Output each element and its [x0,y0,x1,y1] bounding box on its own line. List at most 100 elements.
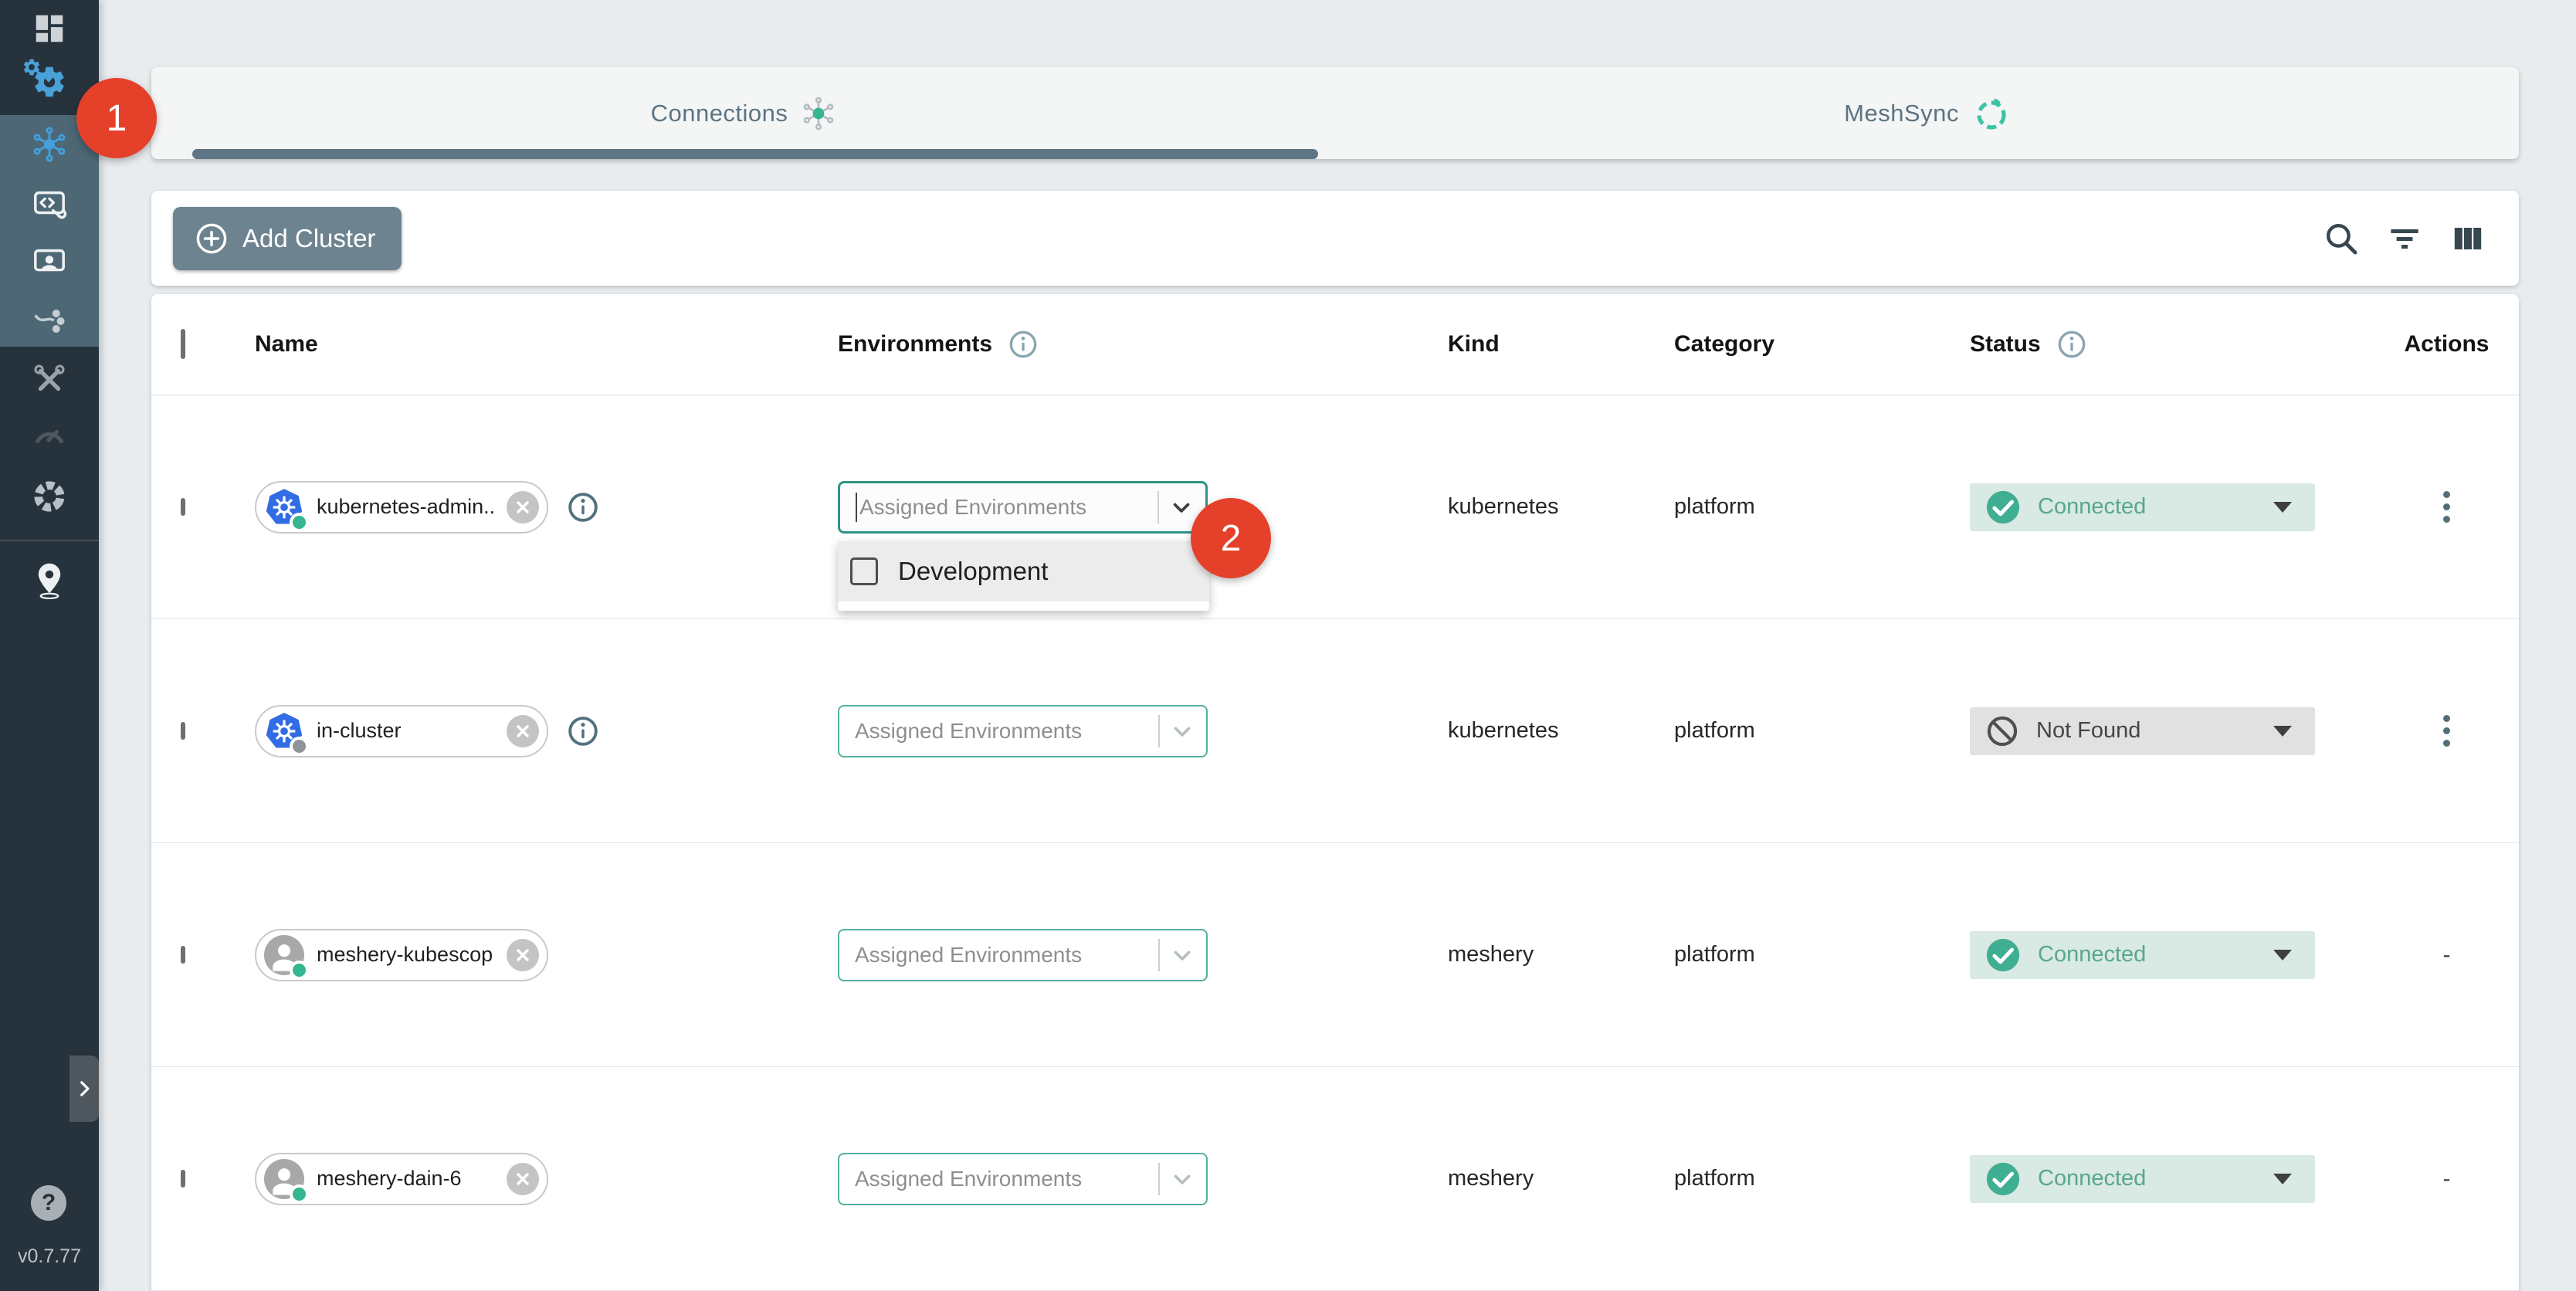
environments-select[interactable]: Assigned Environments [838,481,1208,534]
connection-name: meshery-dain-6 [317,1167,494,1191]
remove-connection-icon[interactable] [507,939,539,971]
environments-info-icon[interactable] [1008,329,1039,360]
add-cluster-button[interactable]: Add Cluster [173,207,402,270]
connection-name: meshery-kubescop... [317,943,494,967]
caret-down-icon [2273,1174,2292,1184]
row-actions-menu[interactable] [2439,486,2455,527]
connection-chip[interactable]: in-cluster [255,705,548,757]
connection-status-dot [293,516,306,529]
status-info-icon[interactable] [2056,329,2087,360]
toolbox-wrenches-icon[interactable] [0,362,99,398]
connections-table: Name Environments Kind Category Status A… [151,294,2519,1291]
option-checkbox[interactable] [850,557,878,585]
row-checkbox[interactable] [181,498,185,516]
service-branch-icon[interactable] [0,303,99,339]
tab-connections[interactable]: Connections [151,67,1335,159]
connection-chip[interactable]: meshery-dain-6 [255,1153,548,1205]
connection-info-icon[interactable] [567,491,599,524]
connection-status-dot [293,740,306,753]
category-cell: platform [1674,942,1970,967]
tab-meshsync[interactable]: MeshSync [1335,67,2519,159]
header-name[interactable]: Name [255,331,838,357]
header-status[interactable]: Status [1970,331,2041,357]
environments-select[interactable]: Assigned Environments [838,1153,1208,1205]
header-environments[interactable]: Environments [838,331,992,357]
connection-name: kubernetes-admin... [317,495,494,519]
table-row: meshery-kubescop... Assigned Environment… [151,843,2519,1067]
chevron-down-icon [40,73,57,83]
table-header-row: Name Environments Kind Category Status A… [151,294,2519,395]
row-checkbox[interactable] [181,722,185,740]
environment-option-development[interactable]: Development [838,541,1209,601]
option-label: Development [898,557,1048,586]
extensions-pie-icon[interactable] [0,479,99,514]
meshsync-tab-icon [1973,95,2010,132]
remove-connection-icon[interactable] [507,715,539,747]
header-category[interactable]: Category [1674,331,1970,357]
environments-select[interactable]: Assigned Environments [838,705,1208,757]
connection-chip[interactable]: meshery-kubescop... [255,929,548,981]
search-icon[interactable] [2323,220,2360,257]
step-badge-2: 2 [1191,498,1271,578]
header-kind[interactable]: Kind [1448,331,1674,357]
screen-user-icon[interactable] [0,244,99,280]
code-tools-icon[interactable] [0,186,99,222]
status-dropdown[interactable]: Not Found [1970,707,2315,755]
connection-info-icon[interactable] [567,715,599,747]
kubernetes-icon [264,711,304,751]
dashboard-icon[interactable] [0,11,99,46]
avatar-icon [264,935,304,975]
environments-placeholder: Assigned Environments [855,719,1154,744]
row-actions-menu[interactable] [2439,710,2455,751]
caret-down-icon [2273,502,2292,513]
add-cluster-label: Add Cluster [242,224,375,253]
chevron-down-icon[interactable] [1169,718,1195,744]
status-label: Connected [2038,494,2256,520]
status-dropdown[interactable]: Connected [1970,931,2315,979]
status-label: Connected [2038,942,2256,967]
status-dropdown[interactable]: Connected [1970,483,2315,531]
kind-cell: kubernetes [1448,494,1674,520]
avatar-icon [264,1159,304,1199]
environments-select[interactable]: Assigned Environments [838,929,1208,981]
tabs-bar: Connections MeshSync [151,67,2519,159]
environments-placeholder: Assigned Environments [855,1167,1154,1191]
remove-connection-icon[interactable] [507,1163,539,1195]
chevron-down-icon[interactable] [1168,494,1195,520]
environments-menu: Development [838,541,1209,611]
performance-gauge-icon[interactable] [0,418,99,453]
row-checkbox[interactable] [181,946,185,964]
kind-cell: meshery [1448,1166,1674,1191]
chevron-right-icon [74,1079,94,1099]
step-badge-1: 1 [76,78,157,158]
kind-cell: meshery [1448,942,1674,967]
category-cell: platform [1674,494,1970,520]
table-row: kubernetes-admin... Assigned Environment… [151,395,2519,619]
connected-check-icon [1985,490,2021,525]
connection-chip[interactable]: kubernetes-admin... [255,481,548,534]
help-button[interactable]: ? [31,1185,66,1221]
kind-cell: kubernetes [1448,718,1674,744]
kubernetes-icon [264,487,304,527]
connection-name: in-cluster [317,719,494,743]
status-dropdown[interactable]: Connected [1970,1155,2315,1203]
chevron-down-icon[interactable] [1169,942,1195,968]
environments-placeholder: Assigned Environments [859,495,1153,520]
select-all-checkbox[interactable] [181,329,185,359]
sidebar-divider [0,540,99,541]
columns-icon[interactable] [2449,220,2486,257]
tab-connections-label: Connections [651,100,788,127]
chevron-down-icon[interactable] [1169,1166,1195,1192]
connected-check-icon [1985,937,2021,973]
caret-down-icon [2273,950,2292,961]
no-actions-dash: - [2443,1166,2451,1192]
sidebar-expand-button[interactable] [69,1056,99,1122]
active-tab-indicator [192,149,1318,159]
sidebar: ? v0.7.77 [0,0,99,1291]
row-checkbox[interactable] [181,1170,185,1188]
filter-icon[interactable] [2386,220,2423,257]
location-pin-icon[interactable] [0,561,99,599]
connections-tab-icon [802,97,836,130]
remove-connection-icon[interactable] [507,491,539,524]
status-label: Connected [2038,1166,2256,1191]
